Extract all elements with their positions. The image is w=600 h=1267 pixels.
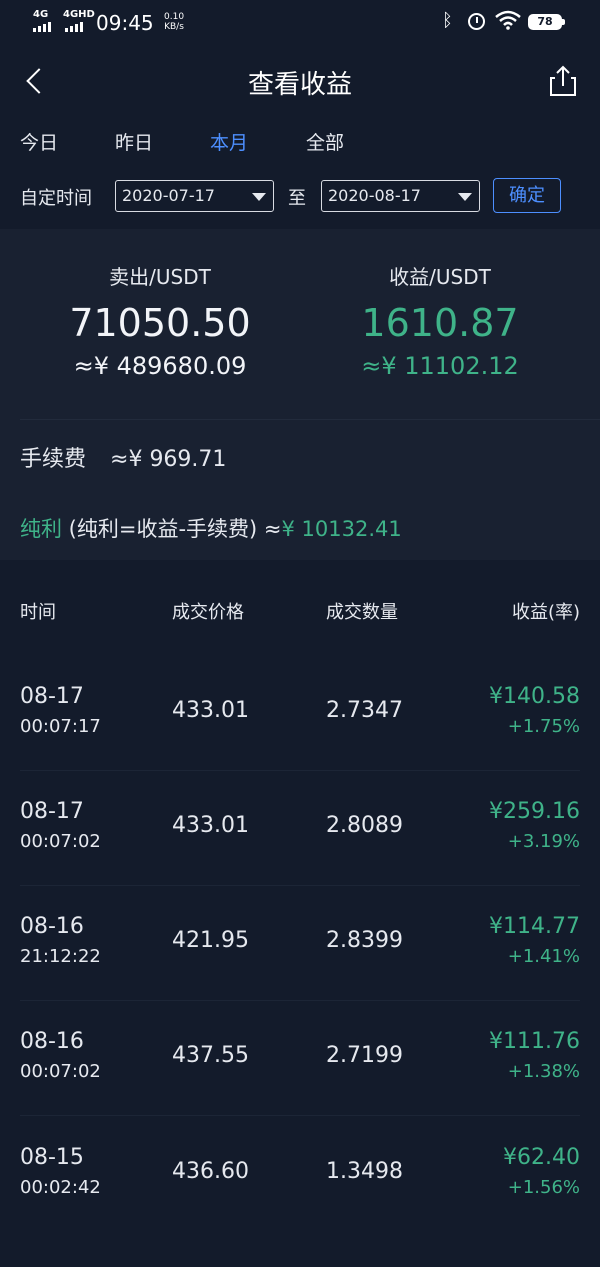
- row-divider: [20, 1115, 580, 1116]
- wifi-icon: [495, 10, 521, 30]
- date-filter: 自定时间 2020-07-17 至 2020-08-17 确定: [0, 178, 600, 214]
- table-row[interactable]: 08-16 00:07:02 437.55 2.7199 ¥111.76 +1.…: [0, 1001, 600, 1116]
- row-price: 433.01: [172, 698, 249, 723]
- start-date-select[interactable]: 2020-07-17: [115, 180, 274, 212]
- table-row[interactable]: 08-17 00:07:02 433.01 2.8089 ¥259.16 +3.…: [0, 771, 600, 886]
- start-date-value: 2020-07-17: [122, 186, 215, 205]
- row-price: 436.60: [172, 1159, 249, 1184]
- row-time: 00:07:02: [20, 831, 101, 852]
- header-profit: 收益(率): [511, 602, 580, 623]
- net-profit-row: 纯利 (纯利=收益-手续费) ≈¥ 10132.41: [20, 513, 402, 543]
- page-title: 查看收益: [247, 70, 352, 100]
- row-time: 00:02:42: [20, 1177, 101, 1198]
- profit-cny: ≈¥ 11102.12: [361, 352, 519, 380]
- custom-time-label: 自定时间: [20, 188, 92, 209]
- alarm-icon: [468, 13, 485, 30]
- row-time: 00:07:17: [20, 716, 101, 737]
- row-qty: 2.7199: [326, 1043, 403, 1068]
- network-4ghd-label: 4GHD: [63, 9, 95, 20]
- profit-summary: 卖出/USDT 71050.50 ≈¥ 489680.09 收益/USDT 16…: [0, 229, 600, 560]
- end-date-value: 2020-08-17: [328, 186, 421, 205]
- row-date: 08-17: [20, 799, 84, 824]
- header-time: 时间: [20, 602, 56, 623]
- row-profit-rate: +1.75%: [507, 716, 580, 737]
- row-time: 00:07:02: [20, 1061, 101, 1082]
- fee-value: ≈¥ 969.71: [110, 447, 227, 472]
- row-time: 21:12:22: [20, 946, 101, 967]
- table-row[interactable]: 08-17 00:07:17 433.01 2.7347 ¥140.58 +1.…: [0, 656, 600, 771]
- sell-summary: 卖出/USDT 71050.50 ≈¥ 489680.09: [10, 261, 310, 380]
- profit-summary-col: 收益/USDT 1610.87 ≈¥ 11102.12: [290, 261, 590, 380]
- tab-yesterday[interactable]: 昨日: [115, 128, 153, 155]
- header-price: 成交价格: [172, 602, 244, 623]
- row-qty: 2.8399: [326, 928, 403, 953]
- network-4g-label: 4G: [33, 9, 49, 20]
- chevron-down-icon: [252, 193, 266, 201]
- row-profit-amount: ¥140.58: [489, 684, 580, 709]
- row-profit-amount: ¥259.16: [489, 799, 580, 824]
- row-price: 437.55: [172, 1043, 249, 1068]
- net-formula: (纯利=收益-手续费) ≈: [62, 517, 282, 541]
- confirm-button[interactable]: 确定: [493, 178, 561, 213]
- row-date: 08-16: [20, 914, 84, 939]
- net-value: ¥ 10132.41: [281, 517, 402, 541]
- row-date: 08-15: [20, 1145, 84, 1170]
- row-profit-amount: ¥111.76: [489, 1029, 580, 1054]
- signal-icon-2: [65, 22, 83, 32]
- end-date-select[interactable]: 2020-08-17: [321, 180, 480, 212]
- sell-label: 卖出/USDT: [109, 265, 211, 289]
- row-price: 433.01: [172, 813, 249, 838]
- battery-icon: 78: [528, 14, 565, 30]
- tab-today[interactable]: 今日: [20, 128, 58, 155]
- row-price: 421.95: [172, 928, 249, 953]
- net-label: 纯利: [20, 517, 62, 541]
- share-icon[interactable]: [546, 64, 580, 98]
- fee-label: 手续费: [20, 447, 87, 472]
- row-profit-rate: +1.41%: [507, 946, 580, 967]
- table-row[interactable]: 08-15 00:02:42 436.60 1.3498 ¥62.40 +1.5…: [0, 1117, 600, 1232]
- network-speed-unit: KB/s: [164, 22, 184, 32]
- row-date: 08-17: [20, 684, 84, 709]
- status-bar: 4G 4GHD 09:45 0.10 KB/s ᛒ 78: [0, 0, 600, 44]
- table-row[interactable]: 08-16 21:12:22 421.95 2.8399 ¥114.77 +1.…: [0, 886, 600, 1001]
- sell-cny: ≈¥ 489680.09: [73, 352, 247, 380]
- signal-icon: [33, 22, 51, 32]
- sell-value: 71050.50: [69, 301, 251, 345]
- row-profit-rate: +1.56%: [507, 1177, 580, 1198]
- status-time: 09:45: [96, 11, 154, 35]
- fee-row: 手续费 ≈¥ 969.71: [20, 441, 226, 473]
- row-qty: 2.8089: [326, 813, 403, 838]
- row-profit-amount: ¥114.77: [489, 914, 580, 939]
- profit-value: 1610.87: [361, 301, 519, 345]
- row-profit-amount: ¥62.40: [503, 1145, 580, 1170]
- network-speed: 0.10 KB/s: [164, 12, 184, 32]
- divider: [20, 419, 600, 420]
- row-qty: 1.3498: [326, 1159, 403, 1184]
- chevron-down-icon: [458, 193, 472, 201]
- bluetooth-icon: ᛒ: [442, 10, 453, 31]
- row-qty: 2.7347: [326, 698, 403, 723]
- network-speed-value: 0.10: [164, 12, 185, 22]
- date-separator: 至: [288, 188, 306, 209]
- profit-label: 收益/USDT: [389, 265, 491, 289]
- tab-this-month[interactable]: 本月: [210, 128, 248, 155]
- app-header: 查看收益: [0, 44, 600, 116]
- tab-all[interactable]: 全部: [306, 128, 344, 155]
- header-qty: 成交数量: [326, 602, 398, 623]
- row-date: 08-16: [20, 1029, 84, 1054]
- row-profit-rate: +3.19%: [507, 831, 580, 852]
- row-profit-rate: +1.38%: [507, 1061, 580, 1082]
